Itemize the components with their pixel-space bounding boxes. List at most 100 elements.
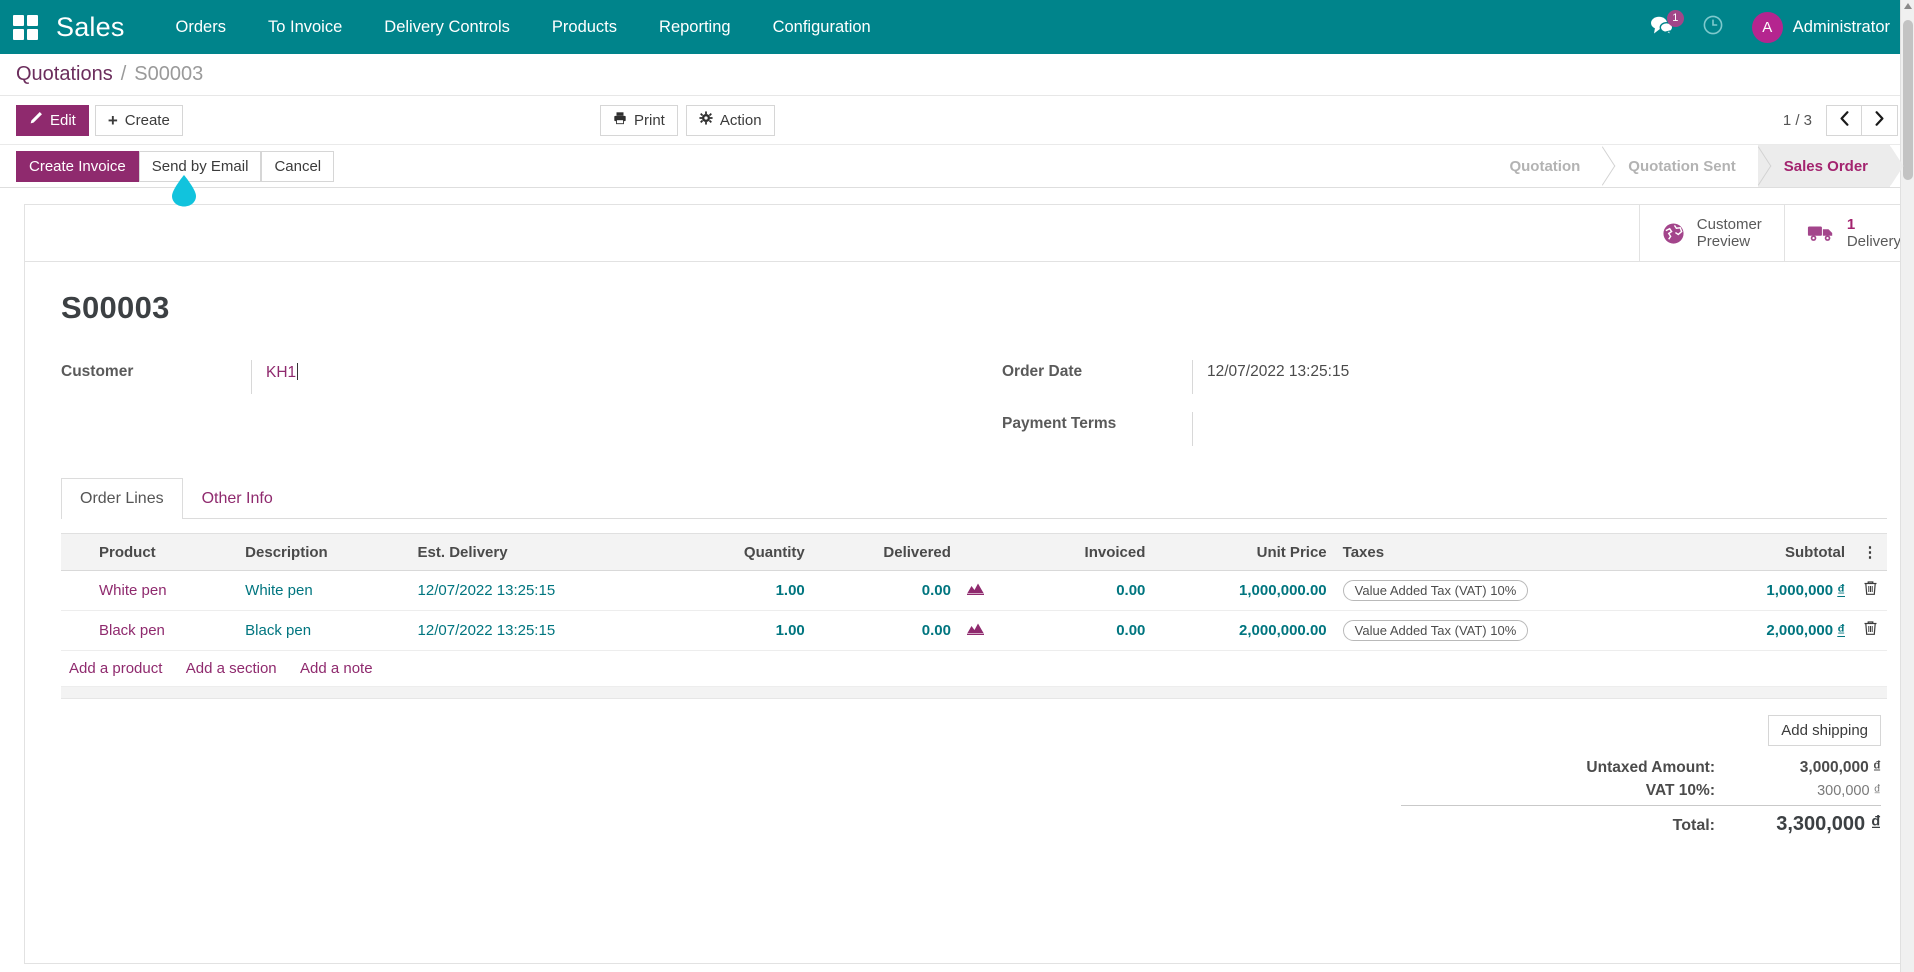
col-taxes[interactable]: Taxes bbox=[1334, 533, 1688, 571]
page-title: S00003 bbox=[61, 290, 170, 325]
edit-button[interactable]: Edit bbox=[16, 104, 89, 136]
scroll-up-arrow-icon[interactable] bbox=[1904, 3, 1912, 9]
menu-item-delivery-controls[interactable]: Delivery Controls bbox=[363, 0, 531, 54]
activities-button[interactable] bbox=[1688, 0, 1738, 54]
col-product[interactable]: Product bbox=[91, 533, 238, 571]
messages-badge: 1 bbox=[1666, 10, 1684, 27]
totals-section: Add shipping Untaxed Amount: 3,000,000 ₫… bbox=[61, 699, 1887, 841]
action-button[interactable]: Action bbox=[685, 104, 775, 136]
avatar: A bbox=[1751, 11, 1783, 43]
product-link[interactable]: Black pen bbox=[99, 622, 165, 639]
customer-preview-button[interactable]: Customer Preview bbox=[1638, 205, 1784, 261]
table-header-row: Product Description Est. Delivery Quanti… bbox=[61, 533, 1887, 571]
col-quantity[interactable]: Quantity bbox=[678, 533, 813, 571]
cell-delete[interactable] bbox=[1853, 570, 1887, 611]
trash-icon[interactable] bbox=[1863, 581, 1878, 600]
status-item-quotation[interactable]: Quotation bbox=[1483, 145, 1602, 187]
col-options[interactable]: ⋮ bbox=[1853, 533, 1887, 571]
messages-button[interactable]: 1 bbox=[1636, 0, 1688, 54]
col-subtotal[interactable]: Subtotal bbox=[1687, 533, 1853, 571]
cell-description[interactable]: Black pen bbox=[237, 610, 410, 651]
create-button[interactable]: + Create bbox=[94, 104, 183, 136]
apps-grid-icon[interactable] bbox=[8, 10, 42, 44]
tab-order-lines[interactable]: Order Lines bbox=[61, 478, 183, 519]
add-a-product-link[interactable]: Add a product bbox=[69, 660, 162, 677]
cell-quantity[interactable]: 1.00 bbox=[678, 610, 813, 651]
send-by-email-button[interactable]: Send by Email bbox=[138, 150, 262, 182]
add-shipping-button[interactable]: Add shipping bbox=[1768, 715, 1881, 746]
col-description[interactable]: Description bbox=[237, 533, 410, 571]
cell-delivered[interactable]: 0.00 bbox=[812, 610, 959, 651]
field-customer-value[interactable]: KH1 bbox=[251, 360, 946, 394]
cell-delivered-chart[interactable] bbox=[958, 570, 1019, 611]
create-invoice-button[interactable]: Create Invoice bbox=[16, 150, 139, 182]
order-lines-body: White pen White pen 12/07/2022 13:25:15 … bbox=[61, 570, 1887, 687]
cell-quantity[interactable]: 1.00 bbox=[678, 570, 813, 611]
col-delivered[interactable]: Delivered bbox=[812, 533, 959, 571]
vertical-scrollbar[interactable] bbox=[1900, 0, 1914, 972]
menu-item-orders[interactable]: Orders bbox=[155, 0, 247, 54]
untaxed-amount-value: 3,000,000 ₫ bbox=[1799, 759, 1881, 776]
cell-product[interactable]: Black pen bbox=[91, 610, 238, 651]
delivery-count: 1 bbox=[1846, 215, 1856, 233]
tax-chip: Value Added Tax (VAT) 10% bbox=[1342, 580, 1529, 601]
customer-preview-line1: Customer bbox=[1696, 215, 1762, 233]
action-status-bar: Create Invoice Send by Email Cancel Quot… bbox=[0, 144, 1914, 188]
cancel-button[interactable]: Cancel bbox=[261, 150, 335, 182]
pager-next-button[interactable] bbox=[1862, 104, 1898, 136]
tab-other-info[interactable]: Other Info bbox=[183, 478, 292, 519]
add-a-section-link[interactable]: Add a section bbox=[186, 660, 277, 677]
cell-est-delivery[interactable]: 12/07/2022 13:25:15 bbox=[409, 570, 679, 611]
pager-previous-button[interactable] bbox=[1826, 104, 1862, 136]
scrollbar-thumb[interactable] bbox=[1903, 20, 1913, 180]
create-button-label: Create bbox=[124, 111, 170, 129]
col-handle bbox=[61, 533, 91, 571]
cell-taxes[interactable]: Value Added Tax (VAT) 10% bbox=[1334, 570, 1688, 611]
delivery-button[interactable]: 1 Delivery bbox=[1783, 205, 1914, 261]
col-delivered-widget bbox=[958, 533, 1019, 571]
chevron-left-icon bbox=[1839, 110, 1850, 130]
product-link[interactable]: White pen bbox=[99, 582, 167, 599]
cell-invoiced[interactable]: 0.00 bbox=[1018, 570, 1154, 611]
cell-description[interactable]: White pen bbox=[237, 570, 410, 611]
area-chart-icon bbox=[966, 583, 984, 600]
app-brand-sales[interactable]: Sales bbox=[56, 12, 125, 43]
cell-delete[interactable] bbox=[1853, 610, 1887, 651]
trash-icon[interactable] bbox=[1863, 621, 1878, 640]
cell-delivered-chart[interactable] bbox=[958, 610, 1019, 651]
user-menu[interactable]: A Administrator bbox=[1738, 0, 1898, 54]
menu-item-to-invoice[interactable]: To Invoice bbox=[247, 0, 363, 54]
tax-chip: Value Added Tax (VAT) 10% bbox=[1342, 620, 1529, 641]
menu-item-configuration[interactable]: Configuration bbox=[752, 0, 892, 54]
menu-item-reporting[interactable]: Reporting bbox=[638, 0, 752, 54]
row-handle[interactable] bbox=[61, 570, 91, 611]
cell-unit-price[interactable]: 2,000,000.00 bbox=[1153, 610, 1335, 651]
field-order-date-value[interactable]: 12/07/2022 13:25:15 bbox=[1192, 360, 1887, 394]
row-handle[interactable] bbox=[61, 610, 91, 651]
menu-item-products[interactable]: Products bbox=[531, 0, 638, 54]
cell-invoiced[interactable]: 0.00 bbox=[1018, 610, 1154, 651]
table-row[interactable]: Black pen Black pen 12/07/2022 13:25:15 … bbox=[61, 610, 1887, 651]
col-est-delivery[interactable]: Est. Delivery bbox=[409, 533, 679, 571]
totals-inner: Add shipping Untaxed Amount: 3,000,000 ₫… bbox=[1401, 715, 1881, 841]
fields-right: Order Date 12/07/2022 13:25:15 Payment T… bbox=[1002, 360, 1887, 464]
pencil-icon bbox=[29, 111, 43, 129]
col-invoiced[interactable]: Invoiced bbox=[1018, 533, 1154, 571]
order-lines-table: Product Description Est. Delivery Quanti… bbox=[61, 533, 1887, 687]
pager-buttons bbox=[1826, 104, 1898, 136]
table-row[interactable]: White pen White pen 12/07/2022 13:25:15 … bbox=[61, 570, 1887, 611]
cell-est-delivery[interactable]: 12/07/2022 13:25:15 bbox=[409, 610, 679, 651]
field-payment-terms-value[interactable] bbox=[1192, 412, 1887, 446]
cell-product[interactable]: White pen bbox=[91, 570, 238, 611]
status-item-sales-order[interactable]: Sales Order bbox=[1757, 145, 1890, 187]
breadcrumb-root[interactable]: Quotations bbox=[16, 63, 113, 86]
status-item-quotation-sent[interactable]: Quotation Sent bbox=[1602, 145, 1758, 187]
add-a-note-link[interactable]: Add a note bbox=[300, 660, 373, 677]
print-button[interactable]: Print bbox=[600, 104, 678, 136]
add-shipping-row: Add shipping bbox=[1401, 715, 1881, 746]
cell-taxes[interactable]: Value Added Tax (VAT) 10% bbox=[1334, 610, 1688, 651]
col-unit-price[interactable]: Unit Price bbox=[1153, 533, 1335, 571]
app-root: Sales Orders To Invoice Delivery Control… bbox=[0, 0, 1914, 972]
cell-unit-price[interactable]: 1,000,000.00 bbox=[1153, 570, 1335, 611]
cell-delivered[interactable]: 0.00 bbox=[812, 570, 959, 611]
